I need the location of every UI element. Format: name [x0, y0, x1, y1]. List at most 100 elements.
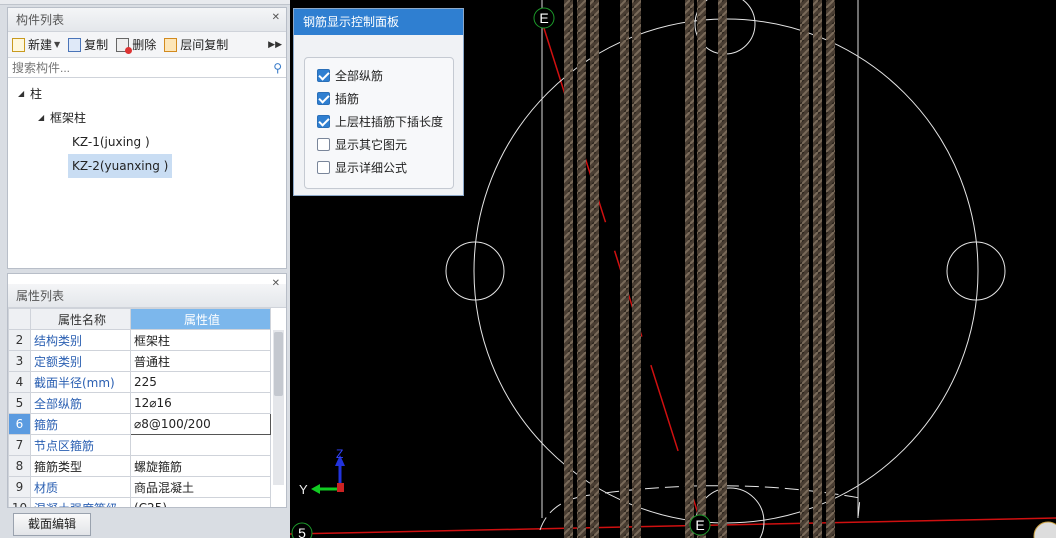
tree-item-kz2[interactable]: KZ-2(yuanxing ) [8, 154, 286, 178]
property-name: 结构类别 [30, 329, 131, 351]
option-all-longitudinal[interactable]: 全部纵筋 [317, 67, 383, 84]
rebar [697, 0, 706, 538]
table-header: 属性名称 属性值 [8, 308, 271, 330]
grid-bubble-right [946, 241, 1006, 301]
z-axis-label: Z [336, 447, 343, 461]
tree-node-label: 柱 [30, 87, 43, 101]
row-number: 7 [8, 434, 31, 456]
delete-label: 删除 [132, 38, 157, 52]
table-row[interactable]: 4 截面半径(mm) 225 [8, 371, 271, 393]
delete-button[interactable]: 删除 [116, 36, 157, 54]
vertical-scrollbar[interactable] [273, 330, 284, 485]
option-dowel[interactable]: 插筋 [317, 90, 359, 107]
row-number: 3 [8, 350, 31, 372]
close-icon[interactable]: ✕ [272, 12, 280, 23]
property-value[interactable]: 12⌀16 [130, 392, 271, 414]
checkbox-unchecked[interactable] [317, 161, 330, 174]
component-tree: ◢ 柱 ◢ 框架柱 KZ-1(juxing ) KZ-2(yuanxing ) [8, 78, 286, 178]
checkbox-checked[interactable] [317, 69, 330, 82]
floor-copy-button[interactable]: 层间复制 [164, 36, 228, 53]
property-list-title: 属性列表 [8, 284, 286, 308]
component-toolbar: 新建 ▼ 复制 删除 层间复制 ▶▶ [8, 32, 286, 58]
grid-label-bottom: E [695, 517, 704, 533]
option-label: 插筋 [335, 92, 360, 106]
property-table: 属性名称 属性值 2 结构类别 框架柱 3 定额类别 普通柱 4 截面半径(mm… [8, 308, 271, 507]
option-label: 上层柱插筋下插长度 [335, 115, 444, 129]
property-value[interactable] [130, 434, 271, 456]
view-cube-corner[interactable] [1033, 521, 1056, 538]
header-num [8, 308, 31, 330]
rebar [564, 0, 573, 538]
table-row[interactable]: 7 节点区箍筋 [8, 434, 271, 456]
close-icon[interactable]: ✕ [272, 278, 280, 289]
property-name: 箍筋类型 [30, 455, 131, 477]
search-input[interactable] [12, 60, 274, 75]
table-row-active[interactable]: 6 箍筋 ⌀8@100/200 [8, 413, 271, 435]
checkbox-checked[interactable] [317, 92, 330, 105]
rebar [800, 0, 809, 538]
property-value[interactable]: (C25) [130, 497, 271, 507]
table-row[interactable]: 2 结构类别 框架柱 [8, 329, 271, 351]
table-row[interactable]: 3 定额类别 普通柱 [8, 350, 271, 372]
rebar-display-panel: 钢筋显示控制面板 全部纵筋 插筋 上层柱插筋下插长度 显示其它图元 显示详细公式 [293, 8, 464, 196]
row-number: 6 [8, 413, 31, 435]
component-list-title: 构件列表 [8, 8, 286, 32]
new-label: 新建 [28, 38, 53, 52]
section-edit-button[interactable]: 截面编辑 [13, 513, 91, 536]
more-arrow-icon[interactable]: ▶▶ [268, 40, 282, 50]
property-name: 混凝土强度等级 [30, 497, 131, 507]
rebar [813, 0, 822, 538]
grid-label-left: 5 [298, 525, 306, 538]
search-icon[interactable]: ⚲ [273, 61, 282, 75]
axis-gizmo: Z Y [299, 447, 345, 497]
grid-label-top: E [539, 10, 548, 26]
option-upper-dowel-length[interactable]: 上层柱插筋下插长度 [317, 113, 443, 130]
property-value[interactable]: 框架柱 [130, 329, 271, 351]
property-value[interactable]: 商品混凝土 [130, 476, 271, 498]
property-table-wrap: 属性名称 属性值 2 结构类别 框架柱 3 定额类别 普通柱 4 截面半径(mm… [8, 308, 271, 507]
row-number: 4 [8, 371, 31, 393]
delete-icon [116, 37, 133, 54]
property-value[interactable]: 普通柱 [130, 350, 271, 372]
grid-line-5 [290, 517, 1056, 535]
property-name: 全部纵筋 [30, 392, 131, 414]
tree-item-label: KZ-2(yuanxing ) [68, 154, 173, 178]
property-list-pane: ✕ 属性列表 属性名称 属性值 2 结构类别 框架柱 3 定额类别 普通柱 4 … [7, 273, 287, 508]
table-row[interactable]: 5 全部纵筋 12⌀16 [8, 392, 271, 414]
rebar-panel-title: 钢筋显示控制面板 [294, 9, 463, 35]
row-number: 2 [8, 329, 31, 351]
rebar [632, 0, 641, 538]
checkbox-checked[interactable] [317, 115, 330, 128]
property-name: 材质 [30, 476, 131, 498]
row-number: 10 [8, 497, 31, 507]
property-value[interactable]: 225 [130, 371, 271, 393]
property-name: 节点区箍筋 [30, 434, 131, 456]
rebar [590, 0, 599, 538]
table-row[interactable]: 9 材质 商品混凝土 [8, 476, 271, 498]
option-show-other-elements[interactable]: 显示其它图元 [317, 136, 407, 153]
tree-node-column[interactable]: ◢ 柱 [8, 82, 286, 106]
y-axis-label: Y [299, 482, 308, 497]
floor-copy-icon [164, 37, 178, 52]
component-list-pane: ✕ 构件列表 新建 ▼ 复制 删除 层间复制 ▶▶ ⚲ [7, 7, 287, 269]
component-search: ⚲ [8, 58, 286, 78]
property-value[interactable]: 螺旋箍筋 [130, 455, 271, 477]
chevron-down-icon[interactable]: ▼ [54, 40, 60, 49]
table-row[interactable]: 8 箍筋类型 螺旋箍筋 [8, 455, 271, 477]
new-button[interactable]: 新建 ▼ [12, 36, 60, 53]
tree-node-frame-column[interactable]: ◢ 框架柱 [8, 106, 286, 130]
scrollbar-thumb[interactable] [274, 332, 283, 396]
top-strip [0, 0, 290, 5]
expand-icon[interactable]: ◢ [18, 82, 30, 106]
copy-button[interactable]: 复制 [68, 36, 108, 53]
property-value-editor[interactable]: ⌀8@100/200 [130, 413, 271, 435]
option-show-formula[interactable]: 显示详细公式 [317, 159, 407, 176]
y-axis-arrow-icon [311, 484, 320, 494]
header-value: 属性值 [130, 308, 271, 330]
x-axis-stub [337, 483, 344, 492]
expand-icon[interactable]: ◢ [38, 106, 50, 130]
option-label: 显示其它图元 [335, 138, 408, 152]
checkbox-unchecked[interactable] [317, 138, 330, 151]
table-row[interactable]: 10 混凝土强度等级 (C25) [8, 497, 271, 507]
tree-item-kz1[interactable]: KZ-1(juxing ) [8, 130, 286, 154]
